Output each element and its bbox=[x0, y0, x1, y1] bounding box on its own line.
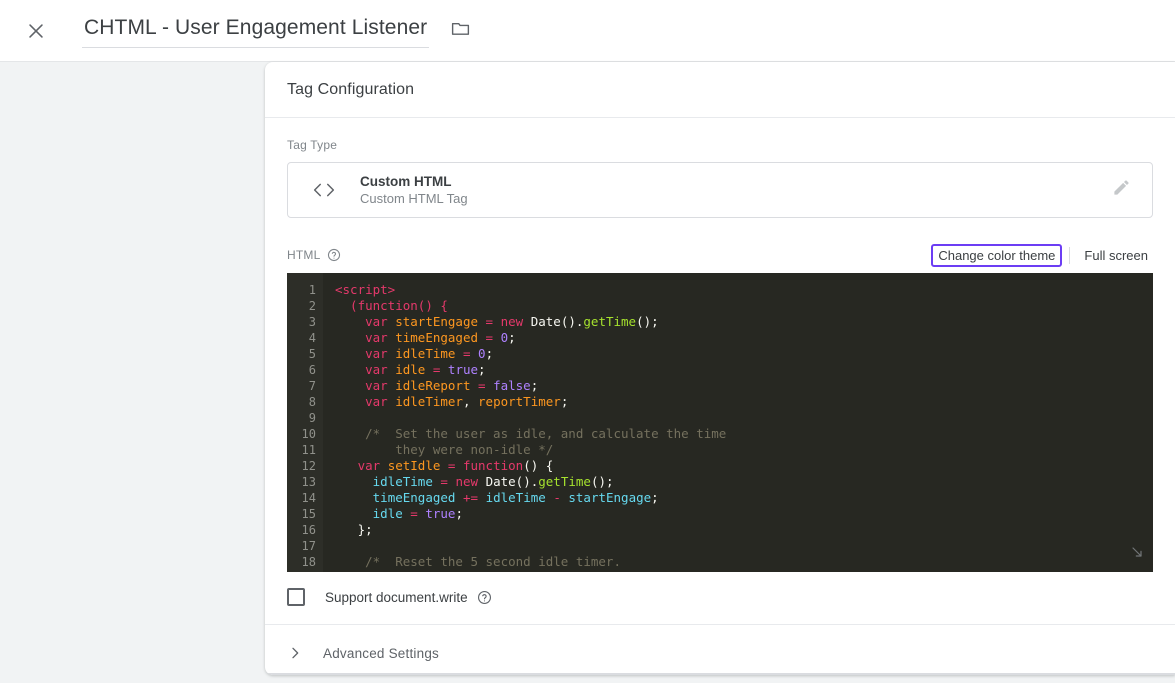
line-number: 14 bbox=[287, 490, 323, 506]
advanced-settings-toggle[interactable]: Advanced Settings bbox=[265, 625, 1175, 675]
line-content: idleTime = new Date().getTime(); bbox=[372, 474, 614, 489]
line-content: they were non-idle */ bbox=[335, 442, 554, 457]
line-number: 2 bbox=[287, 298, 323, 314]
chevron-right-icon bbox=[287, 645, 317, 661]
card-body: Tag Type Custom HTML Custom HTML Tag HTM… bbox=[265, 118, 1175, 675]
line-content: var idleTime = 0; bbox=[365, 346, 494, 361]
code-line: 10 /* Set the user as idle, and calculat… bbox=[287, 426, 1153, 442]
code-line: 5 var idleTime = 0; bbox=[287, 346, 1153, 362]
line-number: 17 bbox=[287, 538, 323, 554]
tag-type-selector[interactable]: Custom HTML Custom HTML Tag bbox=[287, 162, 1153, 218]
tag-type-label: Tag Type bbox=[287, 138, 338, 152]
code-line: 7 var idleReport = false; bbox=[287, 378, 1153, 394]
tag-type-edit-button[interactable] bbox=[1090, 178, 1152, 202]
help-circle-icon[interactable] bbox=[327, 248, 341, 262]
line-content: If the user was idle, start the non-idle… bbox=[323, 570, 764, 572]
line-content: /* Set the user as idle, and calculate t… bbox=[335, 426, 727, 441]
tag-name-input[interactable]: CHTML - User Engagement Listener bbox=[82, 13, 430, 49]
editor-actions: Change color theme Full screen bbox=[931, 243, 1153, 267]
line-number: 16 bbox=[287, 522, 323, 538]
close-icon bbox=[25, 20, 47, 42]
code-brackets-icon bbox=[288, 181, 360, 199]
html-field-header: HTML Change color theme Full screen bbox=[287, 243, 1153, 267]
support-document-write-row[interactable]: Support document.write bbox=[287, 588, 1153, 624]
change-color-theme-button[interactable]: Change color theme bbox=[931, 243, 1063, 267]
code-line: 16 }; bbox=[287, 522, 1153, 538]
line-content: idle = true; bbox=[372, 506, 463, 521]
line-content: (function() { bbox=[335, 298, 448, 313]
folder-button[interactable] bbox=[447, 18, 473, 44]
code-line: 19 If the user was idle, start the non-i… bbox=[287, 570, 1153, 572]
code-line: 4 var timeEngaged = 0; bbox=[287, 330, 1153, 346]
full-screen-button[interactable]: Full screen bbox=[1079, 246, 1153, 265]
line-content: var setIdle = function() { bbox=[357, 458, 554, 473]
code-line: 11 they were non-idle */ bbox=[287, 442, 1153, 458]
line-number: 15 bbox=[287, 506, 323, 522]
code-line: 3 var startEngage = new Date().getTime()… bbox=[287, 314, 1153, 330]
card-bottom-border bbox=[265, 673, 1175, 675]
support-document-write-checkbox[interactable] bbox=[287, 588, 305, 606]
folder-icon bbox=[450, 18, 471, 44]
advanced-settings-label: Advanced Settings bbox=[323, 645, 439, 661]
line-content: var idle = true; bbox=[365, 362, 486, 377]
line-content: }; bbox=[335, 522, 373, 537]
line-number: 8 bbox=[287, 394, 323, 410]
line-number: 13 bbox=[287, 474, 323, 490]
action-divider bbox=[1069, 246, 1071, 264]
line-number: 4 bbox=[287, 330, 323, 346]
tag-type-name: Custom HTML bbox=[360, 174, 452, 189]
code-line: 8 var idleTimer, reportTimer; bbox=[287, 394, 1153, 410]
line-number: 9 bbox=[287, 410, 323, 426]
help-circle-icon[interactable] bbox=[477, 590, 492, 605]
support-document-write-label: Support document.write bbox=[325, 589, 468, 605]
line-content: var idleReport = false; bbox=[365, 378, 539, 393]
line-content: var timeEngaged = 0; bbox=[365, 330, 516, 345]
line-number: 12 bbox=[287, 458, 323, 474]
code-line: 15 idle = true; bbox=[287, 506, 1153, 522]
code-line: 13 idleTime = new Date().getTime(); bbox=[287, 474, 1153, 490]
card-title: Tag Configuration bbox=[287, 80, 415, 98]
code-line: 9 bbox=[287, 410, 1153, 426]
code-line: 17 bbox=[287, 538, 1153, 554]
line-number: 5 bbox=[287, 346, 323, 362]
top-bar: CHTML - User Engagement Listener bbox=[0, 0, 1175, 62]
line-number: 11 bbox=[287, 442, 323, 458]
code-line: 2 (function() { bbox=[287, 298, 1153, 314]
line-content: var startEngage = new Date().getTime(); bbox=[365, 314, 659, 329]
line-content: timeEngaged += idleTime - startEngage; bbox=[372, 490, 659, 505]
line-content: var idleTimer, reportTimer; bbox=[365, 394, 569, 409]
line-content: <script> bbox=[335, 282, 396, 297]
code-line: 18 /* Reset the 5 second idle timer. bbox=[287, 554, 1153, 570]
line-number: 18 bbox=[287, 554, 323, 570]
code-line: 1 <script> bbox=[287, 282, 1153, 298]
html-code-editor[interactable]: 1 <script> 2 (function() {3 var startEngag… bbox=[287, 273, 1153, 572]
line-number: 10 bbox=[287, 426, 323, 442]
line-number: 7 bbox=[287, 378, 323, 394]
resize-handle-icon[interactable] bbox=[1129, 544, 1145, 564]
card-header: Tag Configuration bbox=[265, 62, 1175, 118]
pencil-icon bbox=[1112, 178, 1131, 202]
code-content[interactable]: 1 <script> 2 (function() {3 var startEngag… bbox=[287, 282, 1153, 572]
line-number: 1 bbox=[287, 282, 323, 298]
tag-type-text: Custom HTML Custom HTML Tag bbox=[360, 173, 1090, 207]
code-line: 14 timeEngaged += idleTime - startEngage… bbox=[287, 490, 1153, 506]
line-number: 19 bbox=[287, 570, 323, 572]
line-content bbox=[323, 538, 335, 554]
line-content bbox=[323, 410, 335, 426]
html-label: HTML bbox=[287, 248, 321, 262]
line-number: 6 bbox=[287, 362, 323, 378]
line-number: 3 bbox=[287, 314, 323, 330]
tag-title-wrap: CHTML - User Engagement Listener bbox=[82, 13, 473, 49]
code-line: 12 var setIdle = function() { bbox=[287, 458, 1153, 474]
line-content: /* Reset the 5 second idle timer. bbox=[335, 554, 621, 569]
tag-type-subtitle: Custom HTML Tag bbox=[360, 191, 468, 206]
tag-configuration-card: Tag Configuration Tag Type Custom HTML C… bbox=[265, 62, 1175, 675]
code-line: 6 var idle = true; bbox=[287, 362, 1153, 378]
close-button[interactable] bbox=[12, 7, 60, 55]
